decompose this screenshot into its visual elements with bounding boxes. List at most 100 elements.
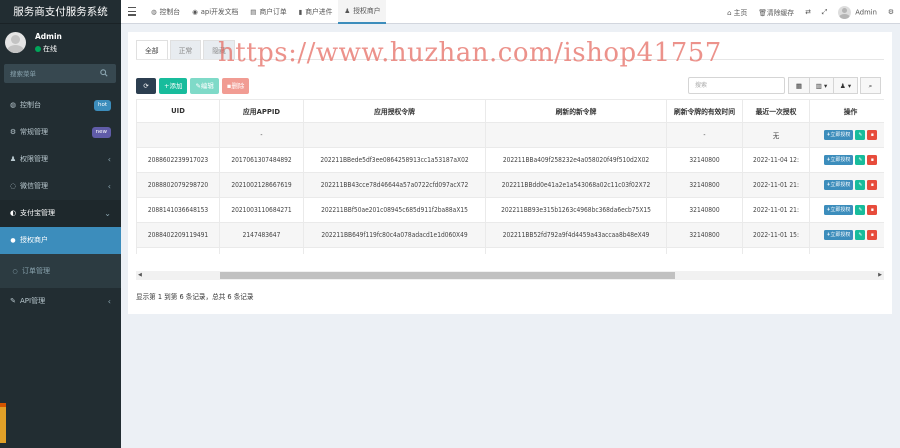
- row-delete-button[interactable]: ▪: [867, 130, 878, 140]
- scroll-right-icon[interactable]: ▶: [878, 271, 882, 280]
- tab-merchant-onboarding[interactable]: ▮ 商户进件: [293, 0, 339, 24]
- tab-merchant-orders[interactable]: ▤ 商户订单: [244, 0, 292, 24]
- authorize-button[interactable]: ✈立即授权: [823, 205, 854, 215]
- table-search-input[interactable]: [689, 78, 784, 93]
- scroll-thumb[interactable]: [220, 272, 675, 279]
- clear-cache-button[interactable]: 🗑清除缓存: [758, 7, 794, 17]
- authorize-label: 立即授权: [830, 182, 851, 188]
- row-delete-button[interactable]: ▪: [867, 230, 878, 240]
- sidebar-item-api[interactable]: ✎ API管理 ‹: [0, 288, 121, 315]
- tab-dashboard[interactable]: ◍ 控制台: [145, 0, 186, 24]
- row-actions: ✈立即授权 ✎ ▪: [809, 172, 884, 198]
- column-header[interactable]: 刷新的新令牌: [485, 99, 667, 123]
- sidebar-item-alipay[interactable]: ◐ 支付宝管理 ⌄: [0, 200, 121, 227]
- home-link[interactable]: ⌂ 主页: [727, 7, 747, 17]
- user-status-text: 在线: [43, 45, 57, 53]
- row-actions: ✈立即授权 ✎ ▪: [809, 222, 885, 248]
- add-button[interactable]: +添加: [159, 78, 188, 94]
- delete-label: 删除: [231, 82, 245, 90]
- delete-button[interactable]: ▪删除: [221, 78, 250, 94]
- table-row[interactable]: 2088802079298720 2021002128667619 202211BB…: [136, 172, 884, 198]
- sidebar-search-input[interactable]: [4, 64, 96, 83]
- row-edit-button[interactable]: ✎: [855, 205, 866, 215]
- search-icon[interactable]: [100, 69, 108, 77]
- row-delete-button[interactable]: ▪: [867, 180, 878, 190]
- trash-icon: 🗑: [758, 9, 767, 17]
- table-cell: 2088122444066250: [136, 247, 220, 254]
- sidebar-item-permission[interactable]: ♟ 权限管理 ‹: [0, 146, 121, 173]
- sidebar-item-authorized-merchants[interactable]: ● 授权商户: [0, 227, 121, 254]
- sidebar-item-label: 授权商户: [20, 236, 48, 244]
- refresh-icon: ⟳: [143, 82, 149, 90]
- gear-icon[interactable]: ⚙: [888, 8, 894, 16]
- row-actions-group: ✈立即授权 ✎ ▪: [811, 230, 885, 240]
- tab-label: 商户订单: [259, 8, 287, 16]
- column-header[interactable]: UID: [136, 99, 220, 123]
- table-view-tools: ▦ ▥ ▾ ♟ ▾ ⌕: [788, 77, 881, 94]
- authorize-button[interactable]: ✈立即授权: [823, 155, 854, 165]
- toggle-view-icon[interactable]: ▦: [788, 77, 810, 94]
- sidebar-item-label: 微信管理: [20, 182, 48, 190]
- sidebar-item-wechat[interactable]: ◌ 微信管理 ‹: [0, 173, 121, 200]
- table-cell: 202211BBf50ae201c08945c685d911f2ba88aX15: [303, 197, 486, 223]
- tab-api-docs[interactable]: ◉ api开发文档: [186, 0, 244, 24]
- sidebar-item-dashboard[interactable]: ◍ 控制台 hot: [0, 92, 121, 119]
- table-cell: -: [219, 122, 304, 148]
- row-delete-button[interactable]: ▪: [867, 205, 878, 215]
- user-menu[interactable]: Admin: [838, 5, 877, 19]
- table-cell: 无: [742, 122, 810, 148]
- advanced-search-icon[interactable]: ⌕: [860, 77, 881, 94]
- list-icon: ▤: [250, 8, 257, 16]
- table-row[interactable]: 20881224440662502147483647202211BB649c10…: [136, 247, 884, 254]
- fullscreen-icon[interactable]: ⤢: [822, 8, 827, 17]
- table-cell: 32140800: [666, 172, 743, 198]
- table-cell: 2022-11-01 21:: [742, 197, 810, 223]
- content-panel: 全部 正常 隐藏 ⟳ +添加 ✎编辑 ▪删除 ▦ ▥ ▾ ♟ ▾ ⌕ UID应用…: [128, 32, 892, 314]
- authorize-button[interactable]: ✈立即授权: [823, 230, 854, 240]
- table-row[interactable]: 2088402209119491 2147483647 202211BB649f11…: [136, 222, 885, 248]
- row-edit-button[interactable]: ✎: [855, 130, 866, 140]
- home-label: 主页: [733, 9, 748, 17]
- column-header[interactable]: 刷新令牌的有效时间: [666, 99, 743, 123]
- table-row[interactable]: 2088141036648153 2021003110684271 202211BB…: [136, 197, 884, 223]
- column-header[interactable]: 应用授权令牌: [303, 99, 486, 123]
- scroll-left-icon[interactable]: ◀: [138, 271, 142, 280]
- column-header[interactable]: 最近一次授权: [742, 99, 810, 123]
- table-row[interactable]: - - 无 ✈立即授权 ✎ ▪: [136, 122, 884, 148]
- table-cell: 2022-11-01 21:: [742, 172, 810, 198]
- column-header[interactable]: 应用APPID: [219, 99, 304, 123]
- tab-normal[interactable]: 正常: [169, 40, 202, 60]
- row-delete-button[interactable]: ▪: [867, 155, 878, 165]
- refresh-button[interactable]: ⟳: [136, 78, 156, 94]
- authorize-button[interactable]: ✈立即授权: [823, 130, 854, 140]
- translate-icon[interactable]: ⇄: [805, 8, 811, 16]
- row-actions: ✈立即授权 ✎ ▪: [809, 122, 884, 148]
- horizontal-scrollbar[interactable]: ◀ ▶: [136, 271, 884, 280]
- edit-button[interactable]: ✎编辑: [190, 78, 219, 94]
- row-edit-button[interactable]: ✎: [855, 230, 866, 240]
- columns-dropdown-icon[interactable]: ▥ ▾: [809, 77, 834, 94]
- sidebar-item-general[interactable]: ⚙ 常规管理 new: [0, 119, 121, 146]
- authorize-button[interactable]: ✈立即授权: [823, 180, 854, 190]
- wechat-icon: ◌: [9, 182, 17, 190]
- table-cell: 2021002128667619: [219, 172, 304, 198]
- row-edit-button[interactable]: ✎: [855, 155, 866, 165]
- floating-widget[interactable]: [0, 403, 6, 443]
- tab-label: 商户进件: [305, 8, 333, 16]
- table-cell: [485, 122, 667, 148]
- row-edit-button[interactable]: ✎: [855, 180, 866, 190]
- hot-badge: hot: [93, 100, 111, 111]
- table-cell: 2088402209119491: [136, 222, 220, 248]
- sidebar-item-orders[interactable]: ○ 订单管理: [0, 254, 121, 288]
- user-menu-name: Admin: [855, 8, 877, 16]
- tab-authorized-merchants[interactable]: ♟ 授权商户: [338, 0, 387, 24]
- new-badge: new: [91, 127, 111, 138]
- menu-toggle-icon[interactable]: [128, 7, 136, 16]
- tab-all[interactable]: 全部: [136, 40, 168, 60]
- table-row[interactable]: 2088602239917023 2017061307484892 202211BB…: [136, 147, 884, 173]
- export-dropdown-icon[interactable]: ♟ ▾: [833, 77, 858, 94]
- merchants-table: UID 应用APPID 应用授权令牌 刷新的新令牌 刷新令牌的有效时间 最近一次授权 操作 …: [136, 99, 884, 254]
- app-title[interactable]: 服务商支付服务系统: [0, 0, 121, 24]
- table-cell: 202211BB649c10b53f3e484aa9912d335f740X25: [303, 247, 486, 254]
- column-header[interactable]: 操作: [809, 99, 884, 123]
